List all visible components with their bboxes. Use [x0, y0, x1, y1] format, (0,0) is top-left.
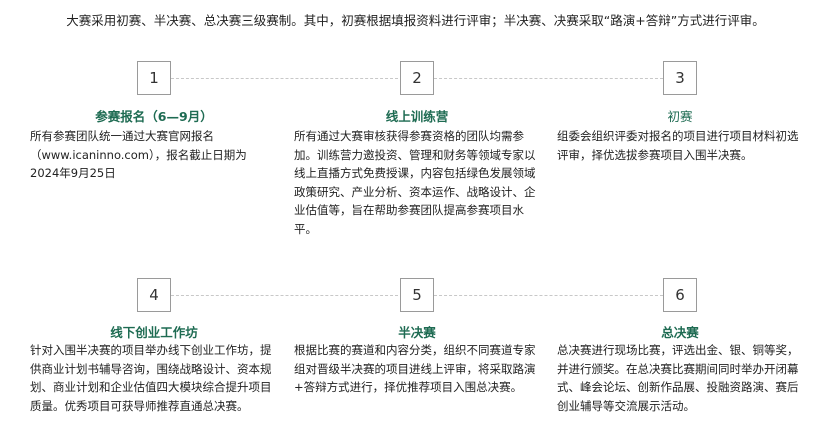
- step-6-desc-line: 创业辅导等交流展示活动。: [557, 398, 695, 413]
- step-6-number: 6: [663, 278, 697, 312]
- step-3-desc-line: 组委会组织评委对报名的项目进行项目材料初选: [557, 129, 799, 143]
- step-4-desc-line: 针对入围半决赛的项目举办线下创业工作坊，提: [30, 343, 272, 357]
- step-6-title: 总决赛: [661, 325, 699, 340]
- step-3-title: 初赛: [667, 109, 693, 124]
- connector-line: [434, 295, 663, 296]
- step-2-number: 2: [400, 61, 434, 95]
- step-1-desc-line: （www.icaninno.com），报名截止日期为: [30, 147, 247, 162]
- step-3-number: 3: [663, 61, 697, 95]
- step-3-description: 组委会组织评委对报名的项目进行项目材料初选 评审，择优选拔参赛项目入围半决赛。: [557, 127, 819, 164]
- step-2-desc-line: 线上直播方式免费授课，内容包括绿色发展领域: [294, 166, 536, 180]
- step-5-description: 根据比赛的赛道和内容分类，组织不同赛道专家 组对晋级半决赛的项目进线上评审，将采…: [294, 341, 554, 397]
- step-1-description: 所有参赛团队统一通过大赛官网报名 （www.icaninno.com），报名截止…: [30, 127, 280, 183]
- step-2-desc-line: 平。: [294, 221, 317, 236]
- step-2-desc-line: 所有通过大赛审核获得参赛资格的团队均需参: [294, 129, 524, 143]
- step-1-number: 1: [137, 61, 171, 95]
- step-2-desc-line: 业估值等，旨在帮助参赛团队提高参赛项目水: [294, 203, 524, 217]
- step-3-desc-line: 评审，择优选拔参赛项目入围半决赛。: [557, 147, 753, 162]
- step-6-description: 总决赛进行现场比赛，评选出金、银、铜等奖， 并进行颁奖。在总决赛比赛期间同时举办…: [557, 341, 819, 415]
- step-4-description: 针对入围半决赛的项目举办线下创业工作坊，提 供商业计划书辅导咨询，围绕战略设计、…: [30, 341, 290, 415]
- step-4-desc-line: 供商业计划书辅导咨询，围绕战略设计、资本规: [30, 361, 272, 376]
- step-5-title: 半决赛: [398, 325, 436, 340]
- step-2-title: 线上训练营: [385, 109, 449, 124]
- step-1-title: 参赛报名（6—9月）: [95, 109, 213, 124]
- step-5-desc-line: 根据比赛的赛道和内容分类，组织不同赛道专家: [294, 343, 536, 357]
- connector-line: [171, 78, 398, 79]
- step-6-desc-line: 式、峰会论坛、创新作品展、投融资路演、赛后: [557, 380, 799, 394]
- step-5-desc-line: 组对晋级半决赛的项目进线上评审，将采取路演: [294, 361, 536, 376]
- step-6-desc-line: 总决赛进行现场比赛，评选出金、银、铜等奖，: [557, 343, 799, 357]
- step-2-description: 所有通过大赛审核获得参赛资格的团队均需参 加。训练营力邀投资、管理和财务等领域专…: [294, 127, 554, 238]
- step-2-desc-line: 政策研究、产业分析、资本运作、战略设计、企: [294, 184, 536, 199]
- step-4-desc-line: 划、商业计划和企业估值四大模块综合提升项目: [30, 380, 272, 394]
- step-5-number: 5: [400, 278, 434, 312]
- step-2-desc-line: 加。训练营力邀投资、管理和财务等领域专家以: [294, 147, 536, 162]
- step-4-number: 4: [137, 278, 171, 312]
- step-4-title: 线下创业工作坊: [110, 325, 198, 340]
- step-1-desc-line: 2024年9月25日: [30, 166, 116, 180]
- step-6-desc-line: 并进行颁奖。在总决赛比赛期间同时举办开闭幕: [557, 361, 799, 376]
- step-4-desc-line: 质量。优秀项目可获导师推荐直通总决赛。: [30, 398, 249, 413]
- step-1-desc-line: 所有参赛团队统一通过大赛官网报名: [30, 129, 214, 143]
- connector-line: [171, 295, 398, 296]
- intro-text: 大赛采用初赛、半决赛、总决赛三级赛制。其中，初赛根据填报资料进行评审；半决赛、决…: [66, 13, 765, 28]
- step-5-desc-line: +答辩方式进行，择优推荐项目入围总决赛。: [294, 380, 523, 394]
- connector-line: [434, 78, 663, 79]
